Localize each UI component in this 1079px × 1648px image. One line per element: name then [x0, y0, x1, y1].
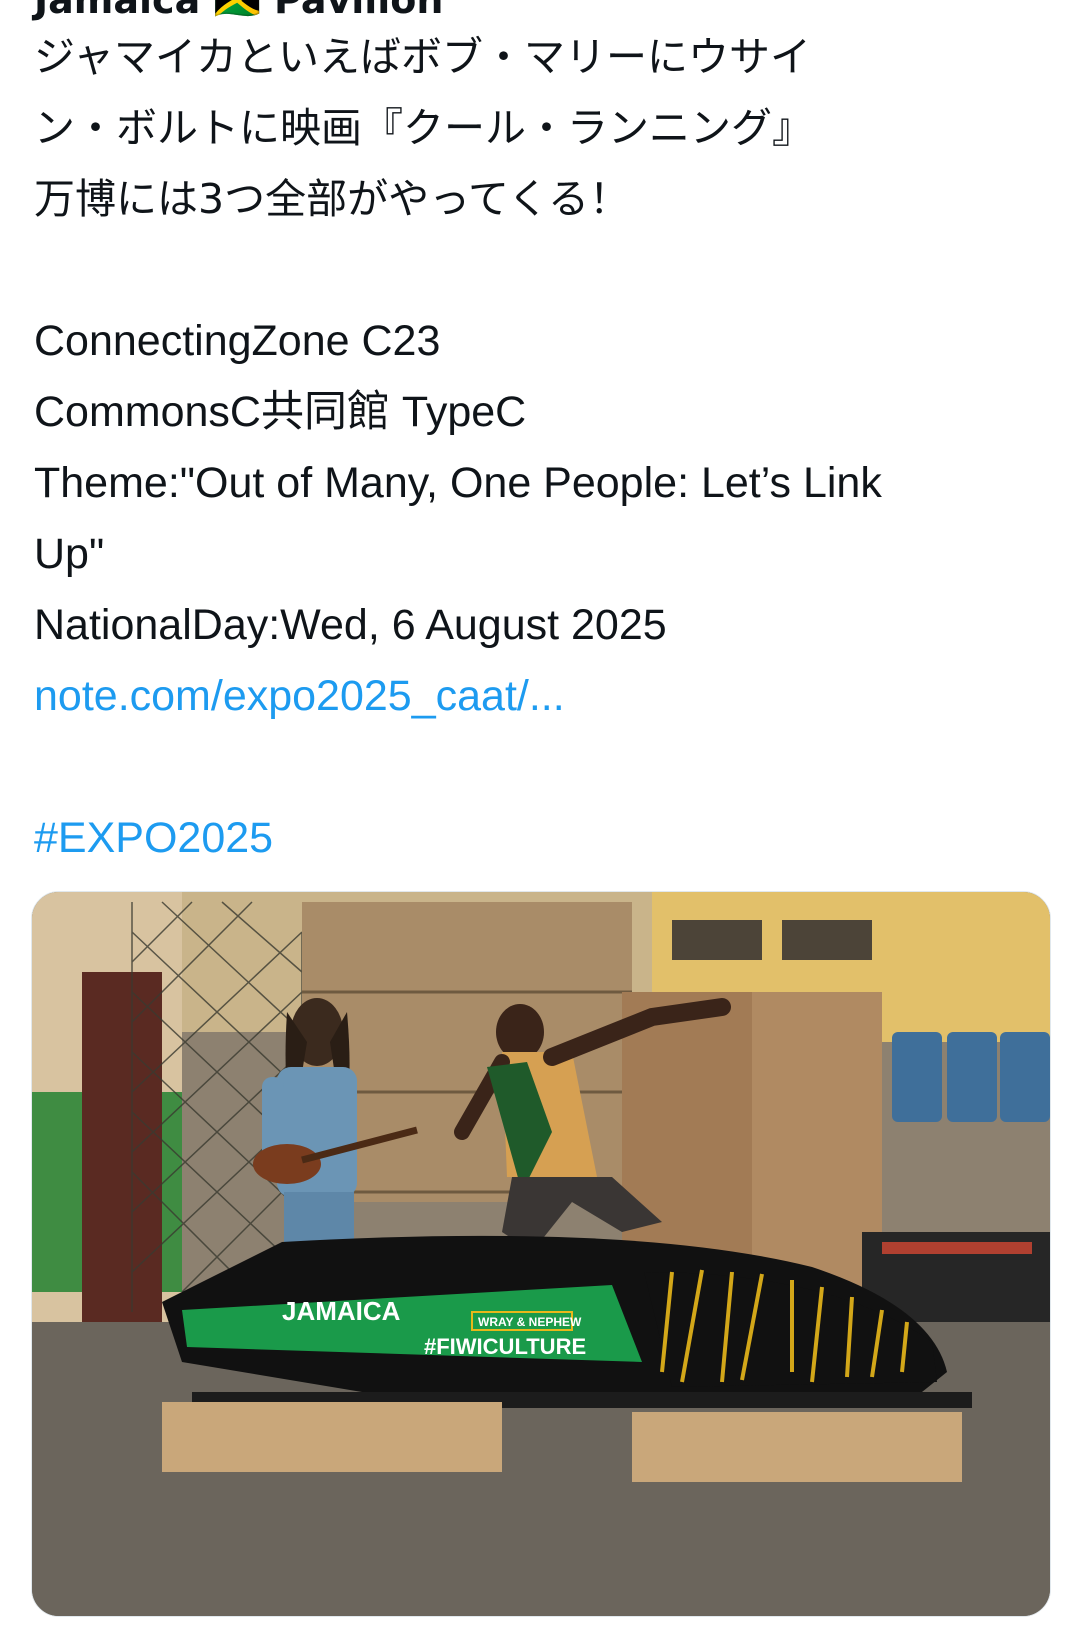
tweet-line-ja-2: ン・ボルトに映画『クール・ランニング』	[34, 104, 813, 152]
tweet-line-ja-3: 万博には3つ全部がやってくる！	[34, 175, 630, 223]
door	[82, 972, 162, 1332]
wooden-pallet	[632, 1412, 962, 1482]
tweet-line-theme-cont: Up"	[34, 530, 105, 578]
guitar-body	[253, 1144, 321, 1184]
blue-barrels	[892, 1032, 1050, 1122]
tweet-line-national-day: NationalDay:Wed, 6 August 2025	[34, 601, 667, 649]
wooden-pallet	[162, 1402, 502, 1472]
tweet-line-ja-1: ジャマイカといえばボブ・マリーにウサイ	[34, 33, 811, 81]
sponsor-big-text: #FIWICULTURE	[424, 1334, 586, 1359]
author-name-clipped[interactable]: Jamaica 🇯🇲 Pavilion	[34, 0, 443, 23]
sponsor-small-text: WRAY & NEPHEW	[478, 1315, 582, 1329]
sled-jamaica-text: JAMAICA	[282, 1296, 401, 1326]
hashtag-link[interactable]: #EXPO2025	[34, 803, 1044, 874]
tweet-line-theme: Theme:"Out of Many, One People: Let’s Li…	[34, 459, 882, 507]
tweet-body: ジャマイカといえばボブ・マリーにウサイ ン・ボルトに映画『クール・ランニング』 …	[34, 22, 1044, 874]
tweet-line-zone: ConnectingZone C23	[34, 317, 441, 365]
tweet-line-commons: CommonsC共同館 TypeC	[34, 388, 527, 436]
tweet-link[interactable]: note.com/expo2025_caat/...	[34, 661, 1044, 732]
tweet-photo[interactable]: JAMAICA WRAY & NEPHEW #FIWICULTURE	[31, 891, 1051, 1617]
photo-illustration: JAMAICA WRAY & NEPHEW #FIWICULTURE	[32, 892, 1050, 1616]
